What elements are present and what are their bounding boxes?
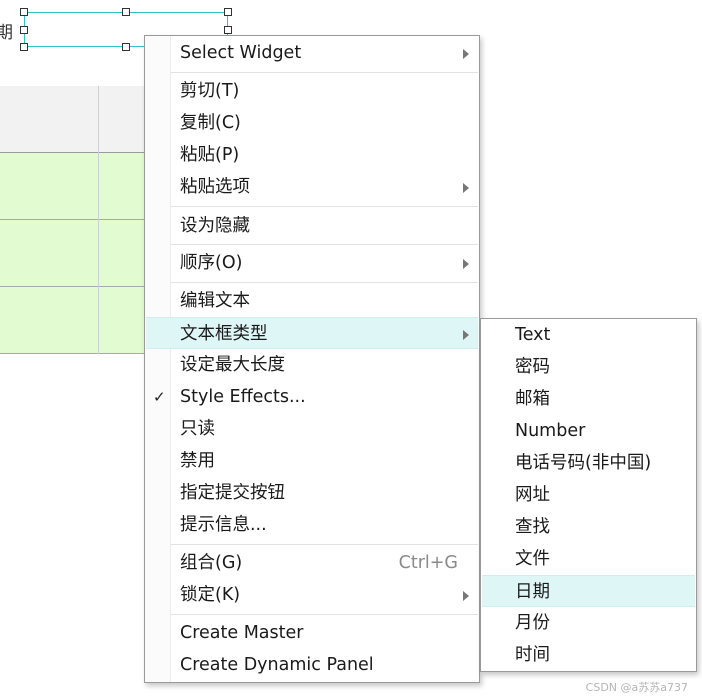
menu-separator — [171, 282, 478, 283]
menu-item-label: 设为隐藏 — [180, 216, 250, 236]
textbox-type-submenu: Text 密码 邮箱 Number 电话号码(非中国) 网址 查找 文件 日期 … — [480, 318, 697, 672]
menu-item-label: Text — [515, 325, 551, 345]
menu-item-order[interactable]: 顺序(O) — [146, 247, 478, 279]
resize-handle-icon[interactable] — [224, 26, 232, 34]
table-column-divider — [98, 86, 99, 354]
menu-item-label: Select Widget — [180, 43, 302, 63]
table-row — [0, 220, 150, 287]
submenu-arrow-icon — [463, 49, 469, 59]
menu-item-create-master[interactable]: Create Master — [146, 617, 478, 649]
menu-item-label: Create Dynamic Panel — [180, 655, 374, 675]
submenu-item-time[interactable]: 时间 — [482, 639, 695, 671]
menu-item-label: Style Effects... — [180, 387, 306, 407]
menu-item-disabled[interactable]: 禁用 — [146, 445, 478, 477]
menu-item-submit-button[interactable]: 指定提交按钮 — [146, 477, 478, 509]
menu-item-label: 指定提交按钮 — [180, 483, 285, 503]
menu-item-label: 复制(C) — [180, 113, 241, 133]
submenu-item-phone[interactable]: 电话号码(非中国) — [482, 447, 695, 479]
menu-item-label: 密码 — [515, 357, 550, 377]
menu-item-label: 日期 — [515, 582, 550, 602]
menu-item-select-widget[interactable]: Select Widget — [146, 37, 478, 69]
table-row — [0, 287, 150, 354]
menu-item-label: 编辑文本 — [180, 291, 250, 311]
menu-item-edit-text[interactable]: 编辑文本 — [146, 285, 478, 317]
menu-item-set-hidden[interactable]: 设为隐藏 — [146, 210, 478, 242]
menu-item-paste-options[interactable]: 粘贴选项 — [146, 171, 478, 203]
menu-item-shortcut: Ctrl+G — [398, 553, 458, 573]
menu-item-cut[interactable]: 剪切(T) — [146, 75, 478, 107]
submenu-item-text[interactable]: Text — [482, 319, 695, 351]
resize-handle-icon[interactable] — [122, 8, 130, 16]
menu-item-label: Create Master — [180, 623, 304, 643]
menu-item-label: 网址 — [515, 485, 550, 505]
submenu-item-email[interactable]: 邮箱 — [482, 383, 695, 415]
resize-handle-icon[interactable] — [20, 26, 28, 34]
menu-separator — [171, 244, 478, 245]
submenu-item-file[interactable]: 文件 — [482, 543, 695, 575]
submenu-arrow-icon — [463, 591, 469, 601]
menu-item-style-effects[interactable]: ✓ Style Effects... — [146, 381, 478, 413]
menu-item-label: 查找 — [515, 517, 550, 537]
submenu-item-number[interactable]: Number — [482, 415, 695, 447]
resize-handle-icon[interactable] — [20, 8, 28, 16]
table-row — [0, 153, 150, 220]
watermark: CSDN @a苏苏a737 — [585, 681, 688, 694]
submenu-arrow-icon — [463, 330, 469, 340]
context-menu: Select Widget 剪切(T) 复制(C) 粘贴(P) 粘贴选项 设为隐… — [144, 35, 480, 683]
table-header-row — [0, 86, 150, 153]
canvas-text-fragment: 期 — [0, 23, 13, 43]
menu-item-label: 只读 — [180, 419, 215, 439]
menu-item-max-length[interactable]: 设定最大长度 — [146, 349, 478, 381]
submenu-arrow-icon — [463, 259, 469, 269]
menu-item-group[interactable]: 组合(G) Ctrl+G — [146, 547, 478, 579]
menu-item-paste[interactable]: 粘贴(P) — [146, 139, 478, 171]
checkmark-icon: ✓ — [153, 388, 166, 406]
menu-item-label: 提示信息... — [180, 515, 267, 535]
menu-item-label: 组合(G) — [180, 553, 243, 573]
menu-item-label: 时间 — [515, 645, 550, 665]
menu-item-textbox-type[interactable]: 文本框类型 — [146, 317, 478, 349]
resize-handle-icon[interactable] — [122, 43, 130, 51]
menu-item-label: 文件 — [515, 549, 550, 569]
resize-handle-icon[interactable] — [20, 43, 28, 51]
submenu-item-search[interactable]: 查找 — [482, 511, 695, 543]
menu-item-copy[interactable]: 复制(C) — [146, 107, 478, 139]
menu-item-label: 文本框类型 — [180, 324, 268, 344]
menu-item-label: 月份 — [515, 613, 550, 633]
submenu-item-month[interactable]: 月份 — [482, 607, 695, 639]
menu-separator — [171, 544, 478, 545]
menu-separator — [171, 614, 478, 615]
menu-item-read-only[interactable]: 只读 — [146, 413, 478, 445]
menu-item-label: Number — [515, 421, 586, 441]
menu-item-tooltip[interactable]: 提示信息... — [146, 509, 478, 541]
menu-item-label: 粘贴选项 — [180, 177, 250, 197]
menu-item-label: 顺序(O) — [180, 253, 243, 273]
menu-item-create-dynamic-panel[interactable]: Create Dynamic Panel — [146, 649, 478, 681]
menu-item-label: 粘贴(P) — [180, 145, 240, 165]
menu-item-label: 禁用 — [180, 451, 215, 471]
menu-item-label: 设定最大长度 — [180, 355, 285, 375]
menu-item-label: 锁定(K) — [180, 585, 241, 605]
resize-handle-icon[interactable] — [224, 8, 232, 16]
menu-item-lock[interactable]: 锁定(K) — [146, 579, 478, 611]
submenu-item-date[interactable]: 日期 — [482, 575, 695, 607]
menu-item-label: 邮箱 — [515, 389, 550, 409]
menu-item-label: 电话号码(非中国) — [515, 453, 652, 473]
submenu-item-url[interactable]: 网址 — [482, 479, 695, 511]
menu-item-label: 剪切(T) — [180, 81, 240, 101]
menu-separator — [171, 206, 478, 207]
submenu-item-password[interactable]: 密码 — [482, 351, 695, 383]
menu-separator — [171, 72, 478, 73]
submenu-arrow-icon — [463, 183, 469, 193]
